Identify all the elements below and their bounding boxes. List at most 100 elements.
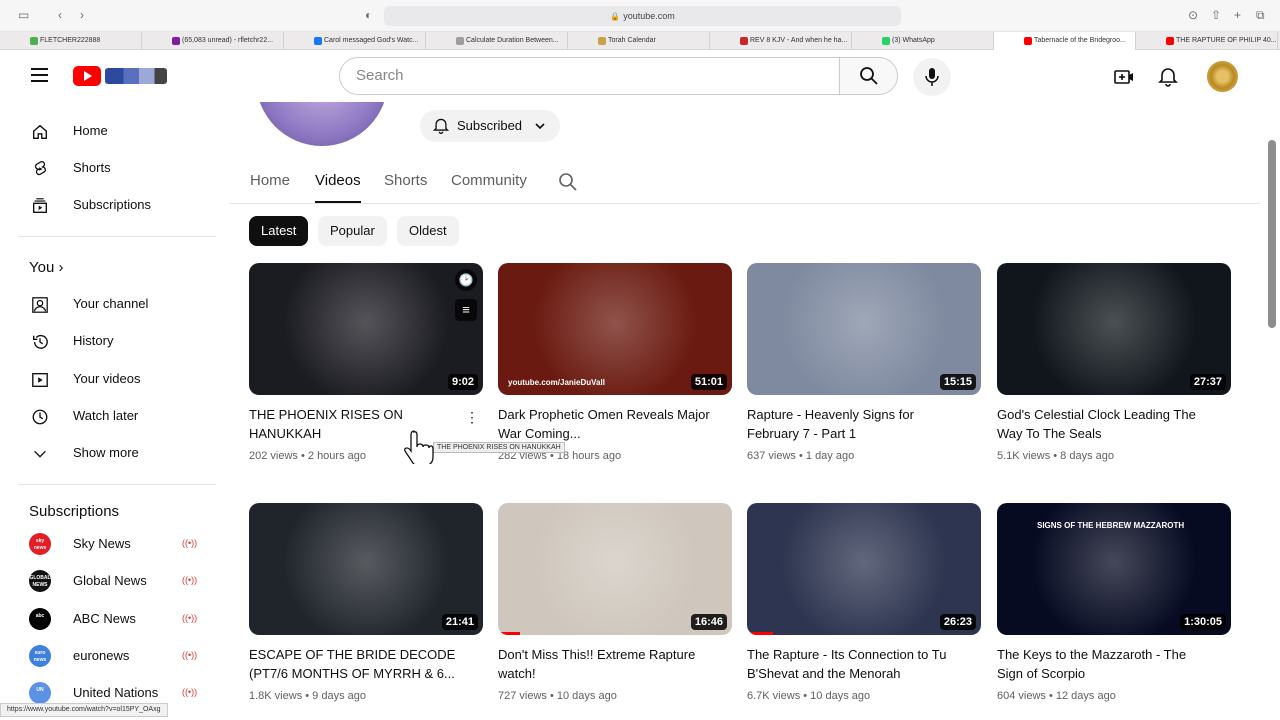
tab-overview-icon[interactable]: ⧉ xyxy=(1256,8,1265,23)
youtube-logo[interactable] xyxy=(73,66,168,86)
video-thumbnail[interactable]: 🕑 ≡ 9:02 xyxy=(249,263,483,395)
video-card[interactable]: 27:37 God's Celestial Clock Leading The W… xyxy=(997,263,1231,495)
tab-home[interactable]: Home xyxy=(250,172,290,201)
shorts-icon xyxy=(34,161,46,176)
subscription-label: euronews xyxy=(73,647,130,663)
video-title[interactable]: The Keys to the Mazzaroth - The Sign of … xyxy=(997,645,1212,683)
sidebar-item-shorts[interactable]: Shorts xyxy=(12,150,216,187)
video-thumbnail[interactable]: 16:46 xyxy=(498,503,732,635)
sidebar-divider xyxy=(18,236,216,237)
channel-avatar[interactable] xyxy=(256,102,388,146)
subscription-label: Global News xyxy=(73,573,147,589)
browser-tab[interactable]: Calculate Duration Between... xyxy=(426,32,568,50)
create-icon[interactable] xyxy=(1113,66,1135,88)
search-input[interactable]: Search xyxy=(339,57,840,95)
browser-tab[interactable]: (65,083 unread) - rfletchr22... xyxy=(142,32,284,50)
tab-shorts[interactable]: Shorts xyxy=(384,172,427,201)
browser-tab[interactable]: REV 8 KJV - And when he ha... xyxy=(710,32,852,50)
browser-tab[interactable]: Torah Calendar xyxy=(568,32,710,50)
video-thumbnail[interactable]: SIGNS OF THE HEBREW MAZZAROTH 1:30:05 xyxy=(997,503,1231,635)
search-button[interactable] xyxy=(839,57,898,95)
video-card[interactable]: SIGNS OF THE HEBREW MAZZAROTH 1:30:05 The … xyxy=(997,503,1231,720)
sidebar-item-show-more[interactable]: Show more xyxy=(12,435,216,472)
status-url: https://www.youtube.com/watch?v=ol15PY_O… xyxy=(0,703,168,717)
books-logo-icon xyxy=(105,68,167,84)
tab-community[interactable]: Community xyxy=(451,172,527,201)
subscription-item[interactable]: GLOBAL NEWS Global News ((•)) xyxy=(12,563,216,600)
video-duration: 26:23 xyxy=(939,614,976,630)
browser-tab-title: (65,083 unread) - rfletchr22... xyxy=(182,37,274,44)
channel-avatar-icon: GLOBAL NEWS xyxy=(29,570,51,593)
browser-tab-title: Carol messaged God's Watc... xyxy=(324,37,419,44)
sidebar-item-your-channel[interactable]: Your channel xyxy=(12,286,216,323)
sidebar-item-home[interactable]: Home xyxy=(12,113,216,150)
chip-oldest[interactable]: Oldest xyxy=(397,216,459,246)
subscription-item[interactable]: euro news euronews ((•)) xyxy=(12,638,216,675)
you-heading[interactable]: You › xyxy=(29,259,63,276)
tab-favicon-icon xyxy=(314,37,322,45)
subscribed-button[interactable]: Subscribed xyxy=(420,110,560,142)
video-thumbnail[interactable]: 21:41 xyxy=(249,503,483,635)
browser-tab[interactable]: THE RAPTURE OF PHILIP 40... xyxy=(1136,32,1278,50)
video-thumbnail[interactable]: 15:15 xyxy=(747,263,981,395)
clock-icon xyxy=(32,409,48,425)
browser-tab-title: THE RAPTURE OF PHILIP 40... xyxy=(1176,37,1277,44)
chip-popular[interactable]: Popular xyxy=(318,216,387,246)
download-icon[interactable]: ⊙ xyxy=(1188,8,1198,22)
menu-icon[interactable] xyxy=(31,68,48,82)
back-icon[interactable]: ‹ xyxy=(58,8,62,22)
notifications-bell-icon[interactable] xyxy=(1157,66,1179,88)
more-actions-icon[interactable]: ⋮ xyxy=(465,409,479,426)
watch-later-icon[interactable]: 🕑 xyxy=(455,269,477,291)
chip-latest[interactable]: Latest xyxy=(249,216,309,246)
hand-cursor-icon xyxy=(404,430,434,464)
search-icon xyxy=(860,67,878,85)
video-card[interactable]: 16:46 Don't Miss This!! Extreme Rapture w… xyxy=(498,503,732,720)
video-card[interactable]: 🕑 ≡ 9:02 THE PHOENIX RISES ON HANUKKAH 202 v… xyxy=(249,263,483,495)
video-duration: 27:37 xyxy=(1189,374,1226,390)
sidebar-item-watch-later[interactable]: Watch later xyxy=(12,398,216,435)
tab-favicon-icon xyxy=(1166,37,1174,45)
share-icon[interactable]: ⇧ xyxy=(1211,8,1221,22)
video-title[interactable]: The Rapture - Its Connection to Tu B'She… xyxy=(747,645,962,683)
subscription-item[interactable]: abc ABC News ((•)) xyxy=(12,601,216,638)
video-card[interactable]: 26:23 The Rapture - Its Connection to Tu … xyxy=(747,503,981,720)
video-card[interactable]: 15:15 Rapture - Heavenly Signs for Februa… xyxy=(747,263,981,495)
video-title[interactable]: God's Celestial Clock Leading The Way To… xyxy=(997,405,1212,443)
meta-separator: • xyxy=(1050,450,1061,462)
tab-videos[interactable]: Videos xyxy=(315,172,361,203)
subscription-item[interactable]: sky news Sky News ((•)) xyxy=(12,526,216,563)
video-card[interactable]: youtube.com/JanieDuVall 51:01 Dark Prophet… xyxy=(498,263,732,495)
sidebar-item-history[interactable]: History xyxy=(12,323,216,360)
voice-search-button[interactable] xyxy=(913,58,951,96)
video-card[interactable]: 21:41 ESCAPE OF THE BRIDE DECODE (PT7/6 M… xyxy=(249,503,483,720)
video-title[interactable]: Dark Prophetic Omen Reveals Major War Co… xyxy=(498,405,713,443)
sidebar-item-your-videos[interactable]: Your videos xyxy=(12,361,216,398)
browser-tab[interactable]: Tabernacle of the Bridegroo... xyxy=(994,32,1136,50)
page-scrollbar[interactable] xyxy=(1268,140,1276,328)
video-thumbnail[interactable]: 26:23 xyxy=(747,503,981,635)
video-views: 637 views xyxy=(747,450,796,462)
channel-search-icon[interactable] xyxy=(558,172,578,192)
add-to-queue-icon[interactable]: ≡ xyxy=(455,299,477,321)
video-views: 727 views xyxy=(498,690,547,702)
account-avatar[interactable] xyxy=(1207,61,1238,92)
new-tab-icon[interactable]: + xyxy=(1234,8,1241,22)
sidebar-toggle-icon[interactable]: ▭ xyxy=(18,8,29,22)
video-thumbnail[interactable]: youtube.com/JanieDuVall 51:01 xyxy=(498,263,732,395)
browser-tab[interactable]: FLETCHER222888 xyxy=(0,32,142,50)
video-thumbnail[interactable]: 27:37 xyxy=(997,263,1231,395)
address-bar[interactable]: 🔒 youtube.com xyxy=(384,6,901,26)
sidebar-item-label: Shorts xyxy=(73,160,111,175)
video-age: 10 days ago xyxy=(556,690,617,702)
forward-icon[interactable]: › xyxy=(80,8,84,22)
video-title[interactable]: Rapture - Heavenly Signs for February 7 … xyxy=(747,405,962,443)
video-title[interactable]: Don't Miss This!! Extreme Rapture watch! xyxy=(498,645,713,683)
sidebar-item-label: Home xyxy=(73,123,108,138)
browser-tab[interactable]: (3) WhatsApp xyxy=(852,32,994,50)
sidebar-item-subscriptions[interactable]: Subscriptions xyxy=(12,187,216,224)
shield-icon[interactable]: ◐ xyxy=(365,8,372,22)
video-title[interactable]: ESCAPE OF THE BRIDE DECODE (PT7/6 MONTHS… xyxy=(249,645,464,683)
bell-icon xyxy=(432,118,450,134)
browser-tab[interactable]: Carol messaged God's Watc... xyxy=(284,32,426,50)
